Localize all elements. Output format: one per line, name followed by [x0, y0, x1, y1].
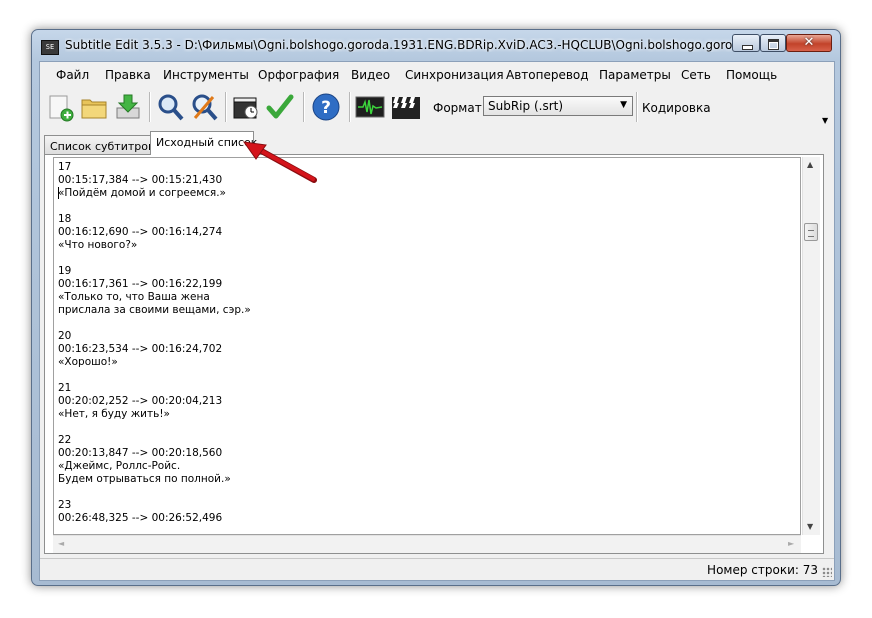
- menu-options[interactable]: Параметры: [599, 68, 671, 82]
- source-text: 17 00:15:17,384 --> 00:15:21,430 «Пойдём…: [58, 161, 251, 524]
- annotation-arrow-icon: [242, 141, 317, 183]
- scroll-left-icon[interactable]: ◄: [58, 539, 64, 548]
- new-file-button[interactable]: [45, 92, 75, 122]
- app-window: SE Subtitle Edit 3.5.3 - D:\Фильмы\Ogni.…: [31, 29, 841, 586]
- visual-sync-button[interactable]: [231, 92, 261, 122]
- toolbar-separator: [303, 92, 305, 122]
- minimize-button[interactable]: [732, 34, 760, 52]
- vertical-scrollbar[interactable]: ▲ ▼: [802, 157, 820, 535]
- horizontal-scrollbar[interactable]: ◄ ►: [53, 535, 801, 553]
- source-view-panel: 17 00:15:17,384 --> 00:15:21,430 «Пойдём…: [44, 154, 824, 554]
- title-bar[interactable]: SE Subtitle Edit 3.5.3 - D:\Фильмы\Ogni.…: [32, 30, 840, 60]
- scroll-up-icon[interactable]: ▲: [807, 160, 813, 169]
- replace-button[interactable]: [189, 92, 219, 122]
- format-select[interactable]: SubRip (.srt) ▼: [483, 96, 633, 116]
- scroll-right-icon[interactable]: ►: [788, 539, 794, 548]
- chevron-down-icon: ▼: [620, 100, 627, 110]
- open-file-button[interactable]: [79, 92, 109, 122]
- scroll-down-icon[interactable]: ▼: [807, 522, 813, 531]
- window-title: Subtitle Edit 3.5.3 - D:\Фильмы\Ogni.bol…: [65, 38, 733, 52]
- new-file-icon: [49, 95, 74, 122]
- text-caret: [58, 187, 59, 199]
- resize-grip-icon[interactable]: [822, 567, 832, 577]
- toolbar-separator: [636, 92, 638, 122]
- encoding-label: Кодировка: [642, 101, 711, 115]
- format-select-value: SubRip (.srt): [488, 99, 564, 113]
- menu-video[interactable]: Видео: [351, 68, 390, 82]
- toolbar-overflow-icon[interactable]: ▼: [822, 116, 832, 126]
- svg-text:?: ?: [321, 98, 331, 118]
- toolbar-separator: [349, 92, 351, 122]
- line-number-status: Номер строки: 73: [707, 563, 818, 577]
- menu-synchronization[interactable]: Синхронизация: [405, 68, 504, 82]
- menu-edit[interactable]: Правка: [105, 68, 151, 82]
- spell-check-button[interactable]: [265, 92, 295, 122]
- find-button[interactable]: [155, 92, 185, 122]
- status-bar: Номер строки: 73: [40, 558, 834, 581]
- menu-tools[interactable]: Инструменты: [163, 68, 249, 82]
- toolbar-separator: [149, 92, 151, 122]
- menu-file[interactable]: Файл: [56, 68, 89, 82]
- scroll-thumb[interactable]: [804, 223, 818, 241]
- maximize-button[interactable]: [760, 34, 786, 52]
- save-button[interactable]: [113, 92, 143, 122]
- waveform-icon: [355, 96, 385, 118]
- replace-icon: [192, 94, 218, 121]
- source-text-editor[interactable]: 17 00:15:17,384 --> 00:15:21,430 «Пойдём…: [53, 157, 801, 535]
- clapperboard-clock-icon: [233, 97, 258, 119]
- video-button[interactable]: [391, 92, 421, 122]
- menu-bar: Файл Правка Инструменты Орфография Видео…: [40, 62, 834, 88]
- menu-help[interactable]: Помощь: [726, 68, 777, 82]
- open-folder-icon: [81, 99, 107, 119]
- minimize-icon: [742, 45, 753, 50]
- save-download-icon: [116, 94, 140, 119]
- tab-source-view[interactable]: Исходный список: [150, 131, 257, 155]
- subtitle-edit-app-icon: SE: [41, 40, 59, 55]
- video-clapper-icon: [392, 97, 420, 119]
- close-icon: ✕: [803, 35, 815, 50]
- maximize-icon: [768, 39, 779, 50]
- tab-subtitle-list[interactable]: Список субтитров: [44, 135, 154, 155]
- format-label: Формат: [433, 101, 482, 115]
- help-icon: ?: [312, 93, 340, 121]
- toolbar-separator: [225, 92, 227, 122]
- menu-spelling[interactable]: Орфография: [258, 68, 339, 82]
- menu-networking[interactable]: Сеть: [681, 68, 711, 82]
- client-area: Файл Правка Инструменты Орфография Видео…: [39, 61, 835, 581]
- menu-auto-translate[interactable]: Автоперевод: [506, 68, 589, 82]
- checkmark-icon: [266, 94, 294, 119]
- help-button[interactable]: ?: [311, 92, 341, 122]
- waveform-button[interactable]: [355, 92, 385, 122]
- magnifier-icon: [158, 94, 184, 121]
- toolbar: ? Формат SubRip (.srt) ▼ Кодировка ▼: [40, 88, 834, 126]
- close-button[interactable]: ✕: [786, 34, 832, 52]
